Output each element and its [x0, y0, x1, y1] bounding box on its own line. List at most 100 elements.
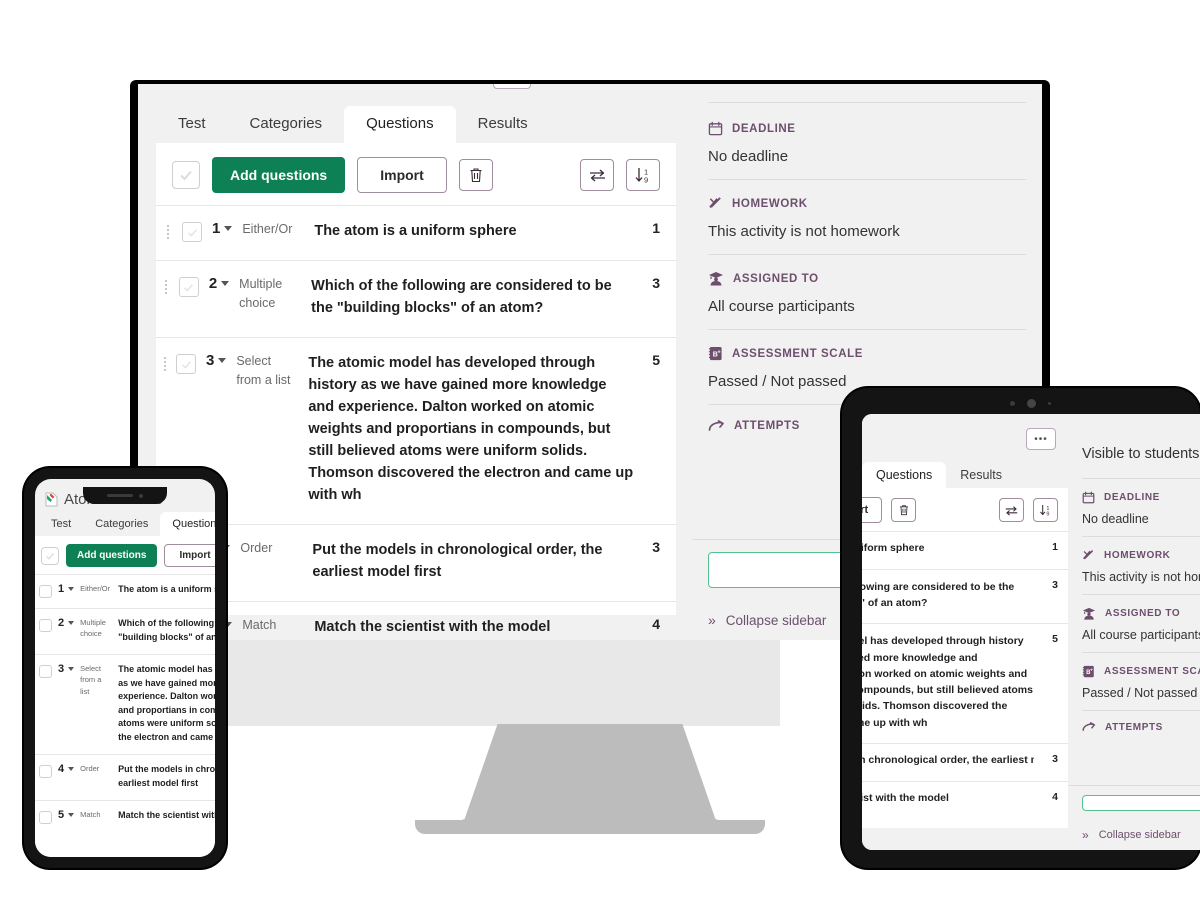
- add-questions-button[interactable]: Add questions: [212, 157, 346, 193]
- earpiece-speaker: [107, 494, 133, 497]
- table-row[interactable]: Match the scientist with the model 4: [862, 780, 1068, 819]
- tablet: ••• Questions Results Import: [842, 388, 1200, 868]
- more-options-label: •••: [505, 84, 520, 87]
- drag-handle-icon[interactable]: [164, 220, 172, 239]
- drag-handle-icon[interactable]: [164, 352, 166, 372]
- sidebar-label: HOMEWORK: [732, 197, 808, 210]
- delete-button[interactable]: [458, 159, 493, 191]
- phone-app: Atomic models Test Categories Questions …: [35, 479, 215, 857]
- row-number[interactable]: 3: [206, 352, 227, 369]
- questions-panel: Add questions Import 1 9 1 Either/Or The…: [156, 143, 676, 639]
- row-checkbox[interactable]: [182, 222, 202, 242]
- table-row[interactable]: 3 Select from a list The atomic model ha…: [35, 654, 215, 754]
- table-row[interactable]: 2 Multiple choice Which of the following…: [35, 608, 215, 654]
- delete-button[interactable]: [891, 498, 917, 522]
- row-checkbox[interactable]: [39, 619, 52, 632]
- import-button[interactable]: Import: [357, 157, 447, 193]
- collapse-sidebar-button[interactable]: » Collapse sidebar: [1068, 820, 1200, 850]
- row-points: 4: [1052, 790, 1058, 803]
- row-checkbox[interactable]: [39, 765, 52, 778]
- edit-button[interactable]: [1082, 795, 1200, 811]
- grade-badge-icon: B +: [1082, 665, 1094, 678]
- monitor-stand: [425, 724, 755, 832]
- row-type: Select from a list: [80, 664, 102, 696]
- table-row[interactable]: Put the models in chronological order, t…: [862, 742, 1068, 781]
- row-checkbox[interactable]: [39, 811, 52, 824]
- trash-icon: [470, 168, 482, 183]
- row-number-label: 3: [58, 663, 65, 675]
- table-row[interactable]: The atom is a uniform sphere 1: [862, 531, 1068, 569]
- table-row[interactable]: 4 Order Put the models in chronological …: [35, 754, 215, 800]
- collapse-sidebar-label: Collapse sidebar: [1098, 829, 1181, 841]
- table-row[interactable]: 4 Order Put the models in chronological …: [156, 524, 676, 601]
- more-options-button[interactable]: •••: [493, 84, 531, 89]
- svg-text:+: +: [1090, 669, 1093, 674]
- add-questions-button[interactable]: Add questions: [66, 544, 158, 567]
- more-options-label: •••: [1034, 433, 1048, 445]
- row-number[interactable]: 5: [58, 809, 75, 821]
- sidebar-label: DEADLINE: [732, 122, 796, 135]
- table-row[interactable]: 1 Either/Or The atom is a uniform sphere…: [156, 205, 676, 260]
- questions-toolbar: Add questions Import: [156, 143, 676, 205]
- screenshot-stage: ••• Test Categories Questions Results: [0, 0, 1200, 900]
- sort-1-9-descending-icon: 1 9: [635, 167, 648, 184]
- select-all-checkbox[interactable]: [172, 161, 200, 189]
- table-row[interactable]: 1 Either/Or The atom is a uniform sphere: [35, 574, 215, 608]
- row-text: The atomic model has developed through h…: [862, 635, 1033, 729]
- front-camera-icon: [1027, 399, 1036, 408]
- tab-results[interactable]: Results: [456, 106, 550, 143]
- sidebar-section-homework: HOMEWORK This activity is not homework: [1082, 536, 1200, 594]
- tab-test[interactable]: Test: [156, 106, 228, 143]
- tab-results[interactable]: Results: [946, 462, 1016, 488]
- table-row[interactable]: Which of the following are considered to…: [862, 568, 1068, 624]
- tab-questions[interactable]: Questions: [160, 512, 215, 536]
- import-button[interactable]: Import: [862, 497, 883, 523]
- row-checkbox[interactable]: [39, 665, 52, 678]
- graduate-icon: [709, 272, 723, 286]
- import-button[interactable]: Import: [164, 544, 215, 567]
- shuffle-button[interactable]: [999, 498, 1024, 522]
- drag-handle-icon[interactable]: [164, 275, 169, 295]
- tablet-app: ••• Questions Results Import: [862, 414, 1200, 850]
- row-text: The atom is a uniform sphere: [118, 584, 215, 594]
- row-number[interactable]: 2: [58, 617, 75, 629]
- row-type: Either/Or: [242, 222, 293, 236]
- row-text: The atomic model has developed through h…: [118, 664, 215, 742]
- tab-categories[interactable]: Categories: [228, 106, 345, 143]
- row-number[interactable]: 1: [212, 220, 233, 237]
- row-number-label: 4: [58, 763, 65, 775]
- tab-categories[interactable]: Categories: [83, 512, 160, 536]
- more-options-button[interactable]: •••: [1026, 428, 1056, 450]
- row-number[interactable]: 1: [58, 583, 75, 595]
- graduate-icon: [1082, 607, 1096, 620]
- row-checkbox[interactable]: [39, 585, 52, 598]
- sidebar-section-header: DEADLINE: [708, 121, 1026, 136]
- table-row[interactable]: The atomic model has developed through h…: [862, 623, 1068, 743]
- sidebar-section-header: ASSIGNED TO: [1082, 607, 1200, 620]
- row-points: 3: [1052, 578, 1058, 591]
- row-number[interactable]: 3: [58, 663, 75, 675]
- chevron-down-icon: [221, 281, 230, 287]
- tab-questions[interactable]: Questions: [862, 462, 947, 488]
- table-row[interactable]: 5 Match Match the scientist with the mod…: [156, 601, 676, 640]
- row-checkbox[interactable]: [176, 354, 196, 375]
- table-row[interactable]: 3 Select from a list The atomic model ha…: [156, 337, 676, 524]
- select-all-checkbox[interactable]: [41, 546, 59, 565]
- check-icon: [180, 170, 192, 181]
- table-row[interactable]: 2 Multiple choice Which of the following…: [156, 260, 676, 337]
- sidebar-section-attempts: ATTEMPTS: [1082, 710, 1200, 735]
- shuffle-button[interactable]: [580, 159, 614, 191]
- sort-button[interactable]: 1 9: [626, 159, 660, 191]
- row-type: Select from a list: [236, 354, 291, 388]
- sort-button[interactable]: 1 9: [1033, 498, 1058, 522]
- row-number[interactable]: 2: [209, 275, 230, 292]
- row-number[interactable]: 4: [58, 763, 75, 775]
- tab-test[interactable]: Test: [39, 512, 83, 536]
- row-checkbox[interactable]: [178, 277, 199, 298]
- tablet-screen: ••• Questions Results Import: [862, 414, 1200, 850]
- table-row[interactable]: 5 Match Match the scientist with the mod…: [35, 800, 215, 834]
- row-points: 5: [1052, 633, 1058, 646]
- tab-bar: Test Categories Questions Results: [35, 512, 215, 536]
- tab-questions[interactable]: Questions: [344, 106, 456, 143]
- sidebar-value: No deadline: [708, 148, 789, 165]
